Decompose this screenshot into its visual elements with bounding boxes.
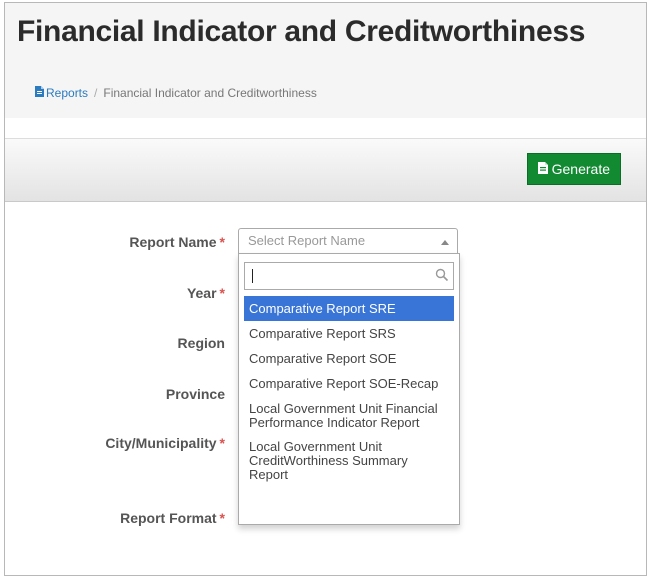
panel-toolbar: Generate [5, 138, 646, 202]
option-comparative-sre[interactable]: Comparative Report SRE [244, 296, 454, 321]
dropdown-search-input[interactable] [245, 263, 425, 289]
option-comparative-soe-recap[interactable]: Comparative Report SOE-Recap [244, 371, 454, 396]
report-format-label: Report Format * [120, 510, 225, 526]
required-marker: * [219, 234, 225, 250]
generate-button[interactable]: Generate [526, 153, 621, 185]
report-name-label: Report Name * [129, 234, 225, 250]
option-lgu-financial-performance[interactable]: Local Government Unit Financial Performa… [244, 396, 454, 436]
option-lgu-creditworthiness-summary[interactable]: Local Government Unit CreditWorthiness S… [244, 436, 454, 486]
generate-button-label: Generate [551, 161, 610, 177]
document-icon [537, 161, 548, 177]
document-icon [35, 86, 44, 100]
option-comparative-soe[interactable]: Comparative Report SOE [244, 346, 454, 371]
required-marker: * [219, 435, 225, 451]
search-icon [435, 268, 449, 287]
page-title: Financial Indicator and Creditworthiness [17, 15, 586, 48]
text-cursor [252, 269, 253, 283]
report-name-select[interactable]: Select Report Name [238, 228, 458, 254]
required-marker: * [219, 285, 225, 301]
year-label: Year * [186, 285, 225, 301]
required-marker: * [219, 510, 225, 526]
page-header: Financial Indicator and Creditworthiness… [5, 3, 646, 118]
report-panel: Generate Report Name * Year * Region Provi… [5, 138, 646, 575]
dropdown-search [244, 262, 454, 290]
report-name-placeholder: Select Report Name [248, 233, 366, 248]
breadcrumb-reports-link[interactable]: Reports [35, 86, 88, 100]
page-frame: Financial Indicator and Creditworthiness… [4, 2, 647, 576]
region-label: Region [177, 335, 225, 351]
option-comparative-srs[interactable]: Comparative Report SRS [244, 321, 454, 346]
breadcrumb-current: Financial Indicator and Creditworthiness [103, 86, 317, 100]
province-label: Province [165, 386, 225, 402]
chevron-up-icon [441, 240, 449, 245]
breadcrumb-separator: / [94, 86, 98, 100]
breadcrumb: Reports / Financial Indicator and Credit… [35, 86, 317, 100]
breadcrumb-reports-label: Reports [46, 86, 89, 100]
report-name-dropdown: Comparative Report SRE Comparative Repor… [238, 253, 460, 525]
dropdown-options: Comparative Report SRE Comparative Repor… [244, 296, 454, 486]
city-municipality-label: City/Municipality * [105, 435, 225, 451]
